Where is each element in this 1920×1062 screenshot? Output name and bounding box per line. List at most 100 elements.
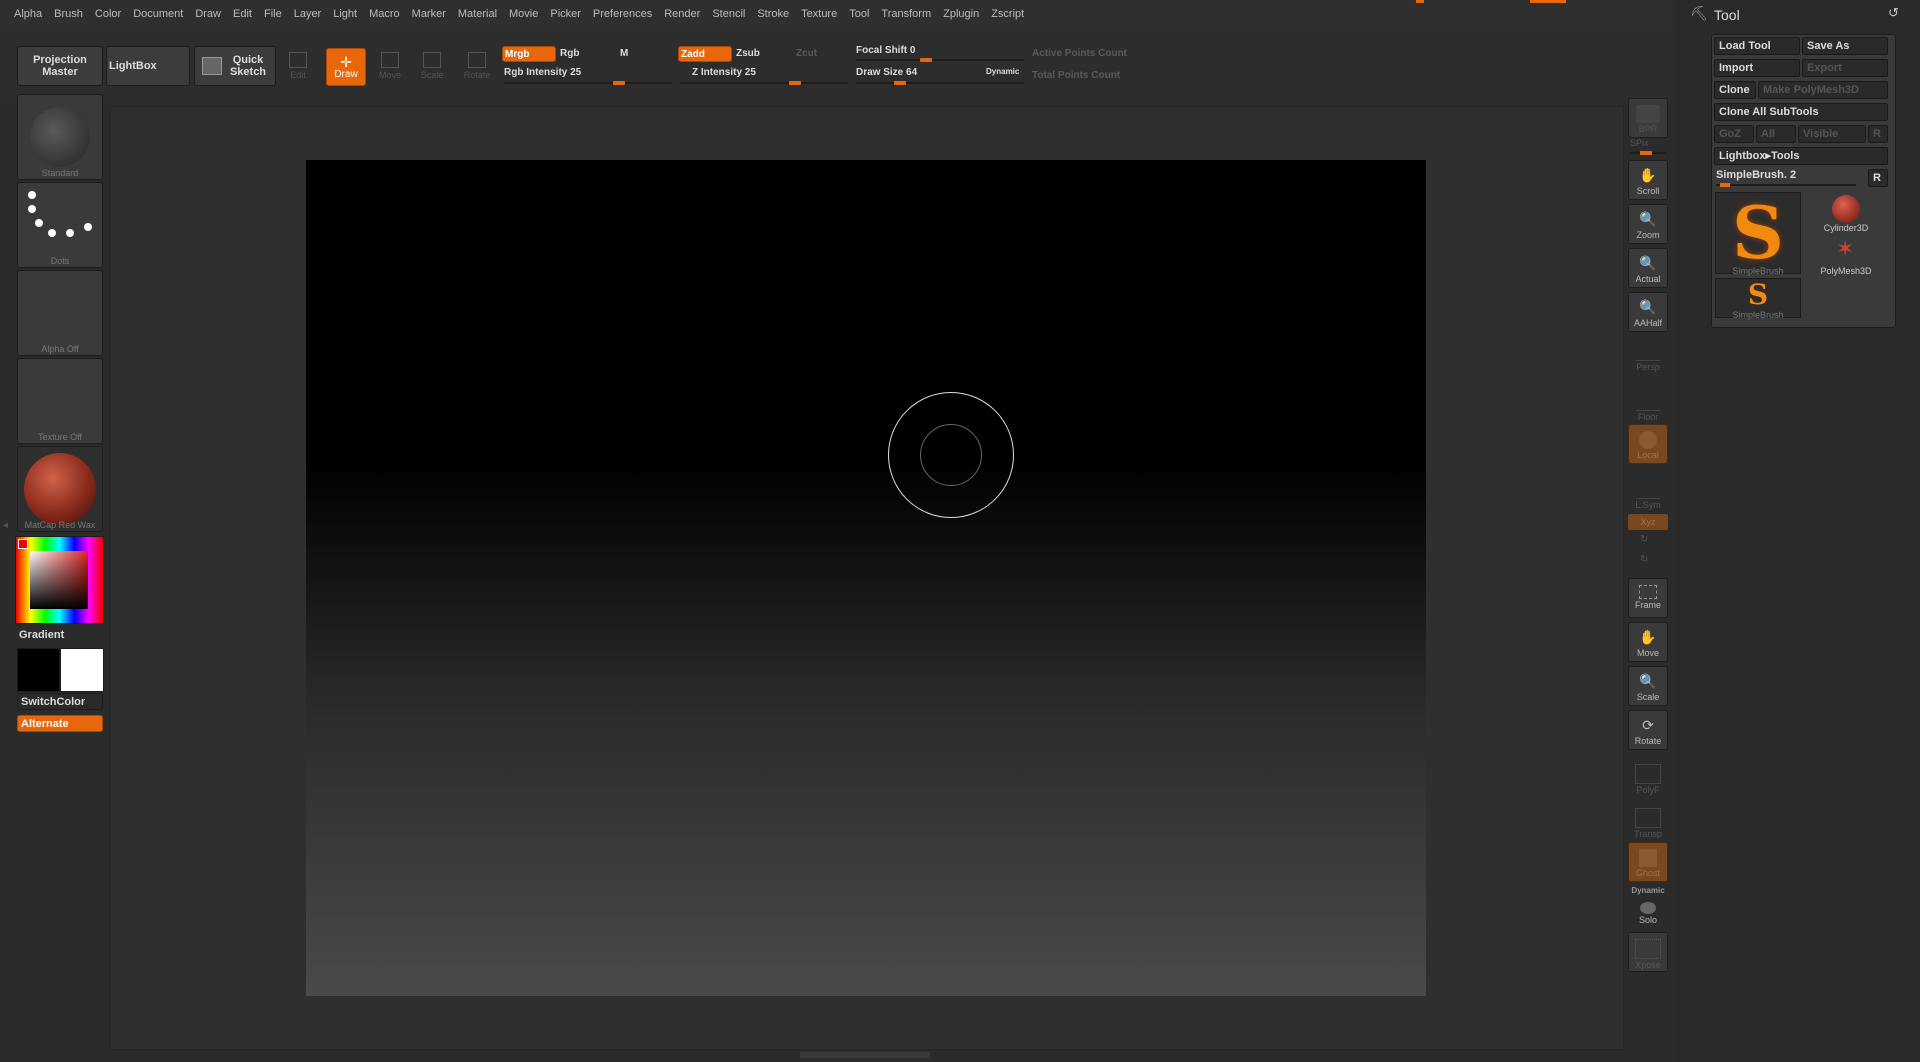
menu-render[interactable]: Render: [664, 8, 700, 20]
goz-r-button[interactable]: R: [1868, 125, 1888, 143]
tool-slider[interactable]: [1716, 183, 1856, 187]
quick-sketch-button[interactable]: Quick Sketch: [194, 46, 276, 86]
xpose-button[interactable]: Xpose: [1628, 932, 1668, 972]
move-button[interactable]: Move: [374, 52, 406, 80]
solo-button[interactable]: Solo: [1628, 896, 1668, 936]
zadd-button[interactable]: Zadd: [678, 46, 732, 62]
canvas-viewport[interactable]: [306, 160, 1426, 996]
rotate-view-button[interactable]: ⟳ Rotate: [1628, 710, 1668, 750]
secondary-color-swatch[interactable]: [17, 648, 60, 692]
xyz-button[interactable]: Xyz: [1628, 514, 1668, 530]
lightbox-tools-button[interactable]: Lightbox▸Tools: [1714, 147, 1888, 165]
menu-texture[interactable]: Texture: [801, 8, 837, 20]
tool-thumb-simplebrush-large[interactable]: S: [1715, 192, 1801, 274]
bottom-tray-handle[interactable]: [800, 1052, 930, 1058]
rotate-button[interactable]: Rotate: [460, 52, 494, 80]
bpr-button[interactable]: BPR: [1628, 98, 1668, 138]
import-button[interactable]: Import: [1714, 59, 1800, 77]
cylinder3d-label[interactable]: Cylinder3D: [1806, 223, 1886, 233]
persp-button[interactable]: Persp: [1628, 336, 1668, 376]
menu-document[interactable]: Document: [133, 8, 183, 20]
lsym-button[interactable]: L.Sym: [1628, 474, 1668, 514]
actual-button[interactable]: 🔍 Actual: [1628, 248, 1668, 288]
rotate-z-icon[interactable]: ↻: [1640, 554, 1648, 565]
polyf-button[interactable]: PolyF: [1628, 758, 1668, 798]
clone-all-subtools-button[interactable]: Clone All SubTools: [1714, 103, 1888, 121]
mrgb-button[interactable]: Mrgb: [502, 46, 556, 62]
menu-preferences[interactable]: Preferences: [593, 8, 652, 20]
menu-picker[interactable]: Picker: [550, 8, 581, 20]
menu-movie[interactable]: Movie: [509, 8, 538, 20]
frame-button[interactable]: Frame: [1628, 578, 1668, 618]
goz-visible-button[interactable]: Visible: [1798, 125, 1866, 143]
export-button[interactable]: Export: [1802, 59, 1888, 77]
scroll-button[interactable]: ✋ Scroll: [1628, 160, 1668, 200]
menu-brush[interactable]: Brush: [54, 8, 83, 20]
z-intensity-knob[interactable]: [789, 81, 802, 85]
m-button[interactable]: M: [620, 48, 628, 59]
dynamic-toggle[interactable]: Dynamic: [986, 67, 1019, 76]
load-tool-button[interactable]: Load Tool: [1714, 37, 1800, 55]
goz-all-button[interactable]: All: [1756, 125, 1796, 143]
tool-r-button[interactable]: R: [1868, 169, 1888, 187]
menu-layer[interactable]: Layer: [294, 8, 322, 20]
switch-color-button[interactable]: SwitchColor: [17, 693, 103, 710]
focal-shift-knob[interactable]: [919, 58, 932, 62]
polymesh3d-label[interactable]: PolyMesh3D: [1806, 266, 1886, 276]
lightbox-button[interactable]: LightBox: [106, 46, 190, 86]
menu-edit[interactable]: Edit: [233, 8, 252, 20]
goz-button[interactable]: GoZ: [1714, 125, 1754, 143]
rgb-intensity-slider[interactable]: [504, 81, 672, 85]
tool-slider-knob[interactable]: [1720, 183, 1730, 187]
color-saturation-square[interactable]: [30, 551, 88, 609]
cylinder3d-icon[interactable]: [1832, 195, 1860, 223]
ghost-button[interactable]: Ghost: [1628, 842, 1668, 882]
rotate-y-icon[interactable]: ↻: [1640, 534, 1648, 545]
zcut-button[interactable]: Zcut: [796, 48, 817, 59]
rgb-button[interactable]: Rgb: [560, 48, 579, 59]
make-polymesh-button[interactable]: Make PolyMesh3D: [1758, 81, 1888, 99]
primary-color-swatch[interactable]: [60, 648, 104, 692]
focal-shift-slider[interactable]: [856, 58, 1024, 62]
edit-button[interactable]: Edit: [284, 52, 312, 80]
draw-size-knob[interactable]: [893, 81, 906, 85]
clone-button[interactable]: Clone: [1714, 81, 1756, 99]
scale-button[interactable]: Scale: [416, 52, 448, 80]
menu-zplugin[interactable]: Zplugin: [943, 8, 979, 20]
polymesh3d-icon[interactable]: ✶: [1836, 238, 1854, 260]
spix-knob[interactable]: [1640, 151, 1652, 155]
rgb-intensity-knob[interactable]: [613, 81, 626, 85]
alternate-button[interactable]: Alternate: [17, 715, 103, 732]
reset-icon[interactable]: ↺: [1888, 5, 1899, 21]
floor-button[interactable]: Floor: [1628, 386, 1668, 426]
scale-view-button[interactable]: 🔍 Scale: [1628, 666, 1668, 706]
menu-draw[interactable]: Draw: [195, 8, 221, 20]
menu-alpha[interactable]: Alpha: [14, 8, 42, 20]
local-button[interactable]: Local: [1628, 424, 1668, 464]
menu-stroke[interactable]: Stroke: [757, 8, 789, 20]
menu-color[interactable]: Color: [95, 8, 121, 20]
menu-file[interactable]: File: [264, 8, 282, 20]
menu-macro[interactable]: Macro: [369, 8, 400, 20]
left-tray-arrow-icon[interactable]: ◂: [3, 520, 8, 531]
projection-master-button[interactable]: Projection Master: [17, 46, 103, 86]
transp-button[interactable]: Transp: [1628, 802, 1668, 842]
zoom-button[interactable]: 🔍 Zoom: [1628, 204, 1668, 244]
move-view-button[interactable]: ✋ Move: [1628, 622, 1668, 662]
menu-stencil[interactable]: Stencil: [712, 8, 745, 20]
brush-label: Standard: [41, 168, 79, 178]
menu-marker[interactable]: Marker: [412, 8, 446, 20]
save-as-button[interactable]: Save As: [1802, 37, 1888, 55]
menu-material[interactable]: Material: [458, 8, 497, 20]
spix-slider[interactable]: [1630, 151, 1666, 155]
draw-button[interactable]: ✛ Draw: [326, 48, 366, 86]
menu-transform[interactable]: Transform: [881, 8, 931, 20]
draw-size-slider[interactable]: [856, 81, 1024, 85]
z-intensity-slider[interactable]: [680, 81, 848, 85]
menu-tool[interactable]: Tool: [849, 8, 869, 20]
color-picker[interactable]: [15, 536, 104, 624]
aahalf-button[interactable]: 🔍 AAHalf: [1628, 292, 1668, 332]
zsub-button[interactable]: Zsub: [736, 48, 760, 59]
menu-light[interactable]: Light: [333, 8, 357, 20]
menu-zscript[interactable]: Zscript: [991, 8, 1024, 20]
